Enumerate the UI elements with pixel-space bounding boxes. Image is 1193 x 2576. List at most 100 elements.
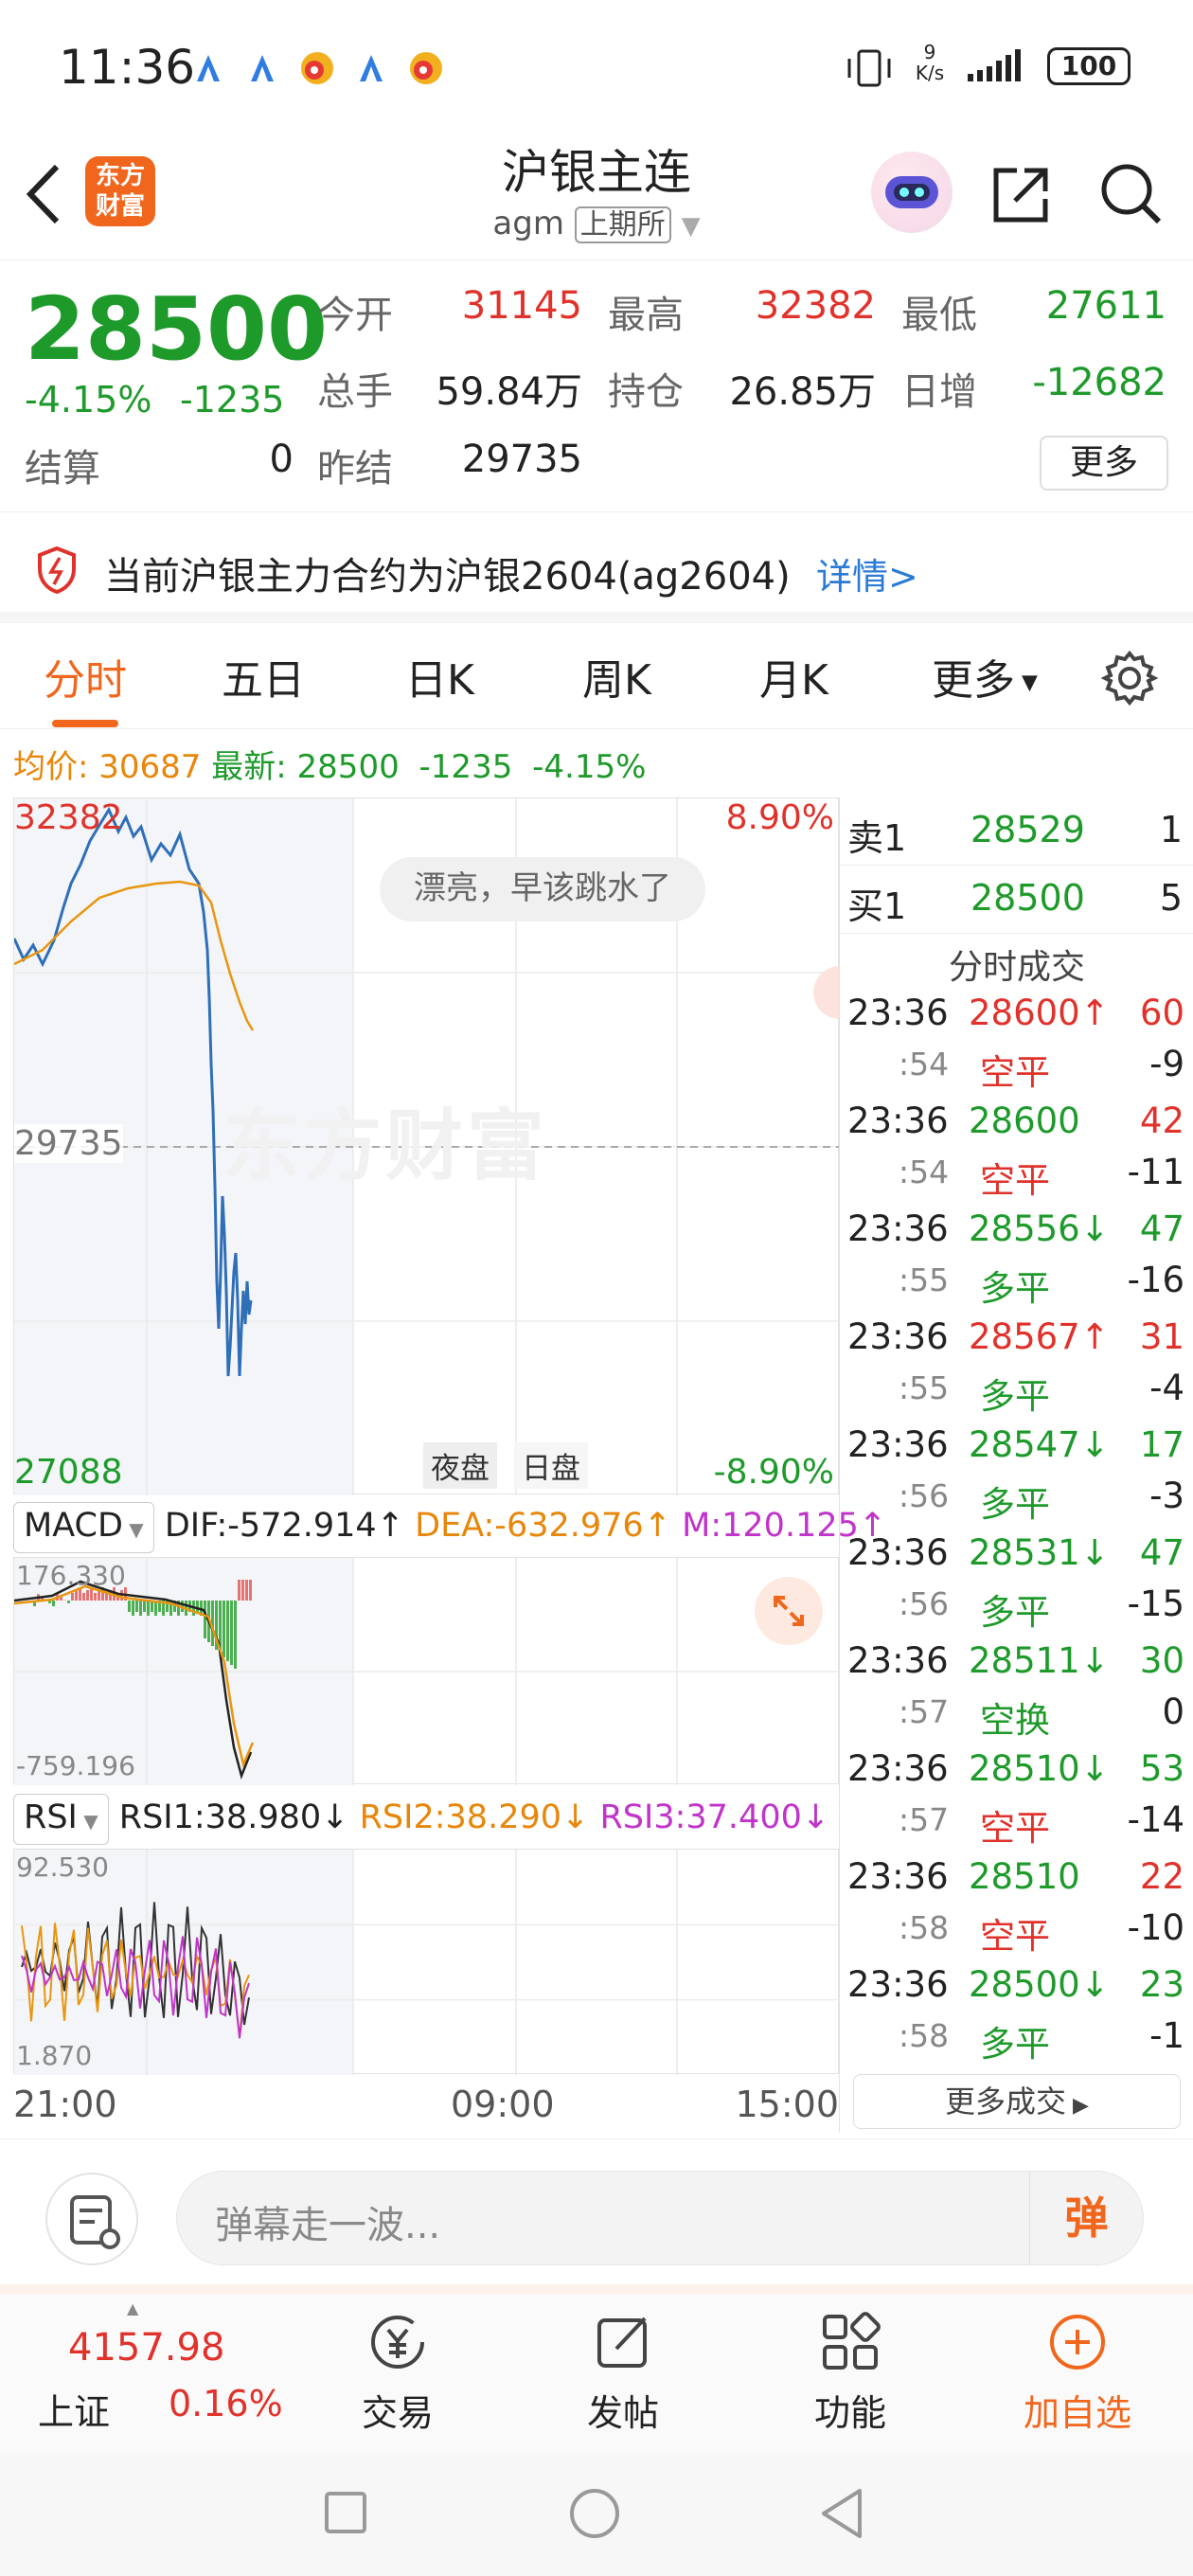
- trade-type: 多平: [980, 1484, 1050, 1525]
- macd-m: M:120.125: [682, 1507, 859, 1545]
- night-session-label: 夜盘: [423, 1442, 497, 1489]
- trade-type: 多平: [980, 2024, 1050, 2065]
- notification-icons: [189, 49, 454, 87]
- trade-time: 23:36: [847, 1100, 949, 1141]
- bottom-nav: ▲ 4157.98 上证 0.16% 交易 发帖 功能 加自选: [0, 2284, 1193, 2453]
- exchange-badge: 上期所: [574, 206, 671, 243]
- trade-volume: 53: [1139, 1748, 1184, 1789]
- up-arrow: ↑: [376, 1507, 404, 1545]
- macd-bar: [223, 1601, 225, 1657]
- caret-down-icon: ▼: [77, 1810, 98, 1833]
- macd-header: MACD ▼ DIF:-572.914↑ DEA:-632.976↑ M:120…: [13, 1496, 886, 1555]
- tab-more[interactable]: 更多 ▼: [932, 646, 1038, 707]
- latest-pct: -4.15%: [532, 748, 647, 786]
- macd-selector[interactable]: MACD ▼: [13, 1502, 154, 1553]
- comment-bar: 弹幕走一波... 弹: [0, 2138, 1193, 2281]
- tab-weekly-k[interactable]: 周K: [582, 646, 651, 707]
- danmu-input[interactable]: 弹幕走一波... 弹: [176, 2171, 1144, 2265]
- rsi-chart[interactable]: 92.530 1.870: [13, 1849, 840, 2075]
- danmu-send-button[interactable]: 弹: [1029, 2172, 1143, 2264]
- open-value: 31145: [461, 284, 582, 328]
- back-button[interactable]: [21, 161, 68, 227]
- tab-five-day[interactable]: 五日: [222, 646, 305, 707]
- trade-price: 28600: [969, 1100, 1080, 1141]
- trade-second: :56: [899, 1585, 950, 1622]
- trade-type: 空平: [980, 1160, 1050, 1201]
- trade-type: 空平: [980, 1808, 1050, 1849]
- macd-dea: DEA:-632.976: [415, 1507, 644, 1545]
- trade-type: 多平: [980, 1268, 1050, 1309]
- tab-intraday[interactable]: 分时: [44, 646, 127, 727]
- macd-bar: [241, 1580, 244, 1601]
- nav-trade[interactable]: 交易: [341, 2309, 454, 2436]
- macd-bar: [143, 1601, 146, 1612]
- plus-circle-icon: [1050, 2315, 1105, 2370]
- up-arrow: ↑: [1079, 1316, 1110, 1357]
- ask1-label: 卖1: [847, 817, 907, 859]
- robot-assistant-icon[interactable]: [871, 152, 953, 233]
- trade-row: 23:36 28510 22:58 空平 -10: [840, 1852, 1193, 1960]
- trade-volume: 47: [1139, 1532, 1184, 1573]
- rsi-selector[interactable]: RSI ▼: [13, 1794, 109, 1845]
- settle-value: 0: [269, 438, 294, 481]
- search-button[interactable]: [1098, 161, 1165, 231]
- trade-price: 28600↑: [969, 993, 1110, 1033]
- recent-apps-icon[interactable]: [322, 2489, 369, 2536]
- chart-low-pct: -8.90%: [713, 1453, 834, 1492]
- more-trades-button[interactable]: 更多成交 ▶: [853, 2074, 1181, 2129]
- more-quote-button[interactable]: 更多: [1040, 436, 1168, 491]
- nav-function[interactable]: 功能: [793, 2309, 907, 2436]
- macd-bar: [249, 1580, 252, 1601]
- tab-daily-k[interactable]: 日K: [405, 646, 474, 707]
- trade-time: 23:36: [847, 1316, 949, 1357]
- macd-bar: [71, 1593, 74, 1601]
- latest-label: 最新:: [211, 748, 287, 786]
- macd-bar: [147, 1601, 150, 1616]
- share-button[interactable]: [988, 161, 1055, 231]
- tab-monthly-k[interactable]: 月K: [759, 646, 828, 707]
- trade-price: 28556↓: [969, 1208, 1110, 1249]
- macd-bar: [86, 1590, 89, 1601]
- notice-detail-link[interactable]: 详情>: [816, 547, 918, 599]
- price-chart[interactable]: 东方财富 32382 8.90% 29735 27088 -8.90% 漂亮，早…: [13, 797, 840, 1495]
- open-interest-label: 持仓: [608, 370, 684, 414]
- trade-price: 28500↓: [969, 1964, 1110, 2005]
- nav-post[interactable]: 发帖: [566, 2309, 680, 2436]
- nav-add-watchlist[interactable]: 加自选: [1011, 2309, 1144, 2436]
- settings-gear-icon[interactable]: [1101, 650, 1158, 707]
- shield-icon: [38, 546, 76, 594]
- macd-chart[interactable]: 176.330 -759.196: [13, 1557, 840, 1785]
- down-arrow: ↓: [1079, 1424, 1110, 1465]
- danmu-settings-button[interactable]: [45, 2173, 138, 2265]
- avg-price-value: 30687: [98, 748, 202, 786]
- macd-bar: [82, 1593, 85, 1601]
- latest-value: 28500: [296, 748, 400, 786]
- bid1-price: 28500: [970, 877, 1085, 919]
- chart-high-pct: 8.90%: [725, 798, 834, 837]
- down-arrow: ↓: [1079, 1208, 1110, 1249]
- macd-bar: [128, 1601, 131, 1612]
- trade-oi-change: -16: [1127, 1260, 1184, 1300]
- index-value: 4157.98: [68, 2326, 225, 2370]
- time-axis: 21:00 09:00 15:00: [13, 2080, 839, 2133]
- trade-second: :54: [899, 1154, 950, 1190]
- expand-icon: [774, 1596, 804, 1626]
- trade-yen-icon: [371, 2316, 424, 2369]
- settle-label: 结算: [25, 447, 100, 491]
- danmu-placeholder: 弹幕走一波...: [215, 2204, 441, 2247]
- home-icon[interactable]: [568, 2487, 621, 2540]
- app-notification-icon: [197, 52, 442, 84]
- main-contract-notice[interactable]: 当前沪银主力合约为沪银2604(ag2604) 详情>: [0, 511, 1193, 623]
- back-triangle-icon[interactable]: [818, 2487, 865, 2540]
- expand-button[interactable]: [755, 1577, 823, 1645]
- open-label: 今开: [317, 294, 393, 337]
- trade-time: 23:36: [847, 1532, 949, 1573]
- trade-type: 空平: [980, 1916, 1050, 1957]
- index-ticker[interactable]: ▲ 4157.98 上证 0.16%: [0, 2294, 294, 2453]
- trade-time: 23:36: [847, 1964, 949, 2005]
- trade-time: 23:36: [847, 1424, 949, 1465]
- down-arrow: ↓: [801, 1798, 830, 1836]
- exchange-selector[interactable]: agm 上期所 ▼: [454, 201, 739, 243]
- trade-oi-change: -9: [1149, 1044, 1184, 1084]
- search-icon: [1101, 164, 1162, 224]
